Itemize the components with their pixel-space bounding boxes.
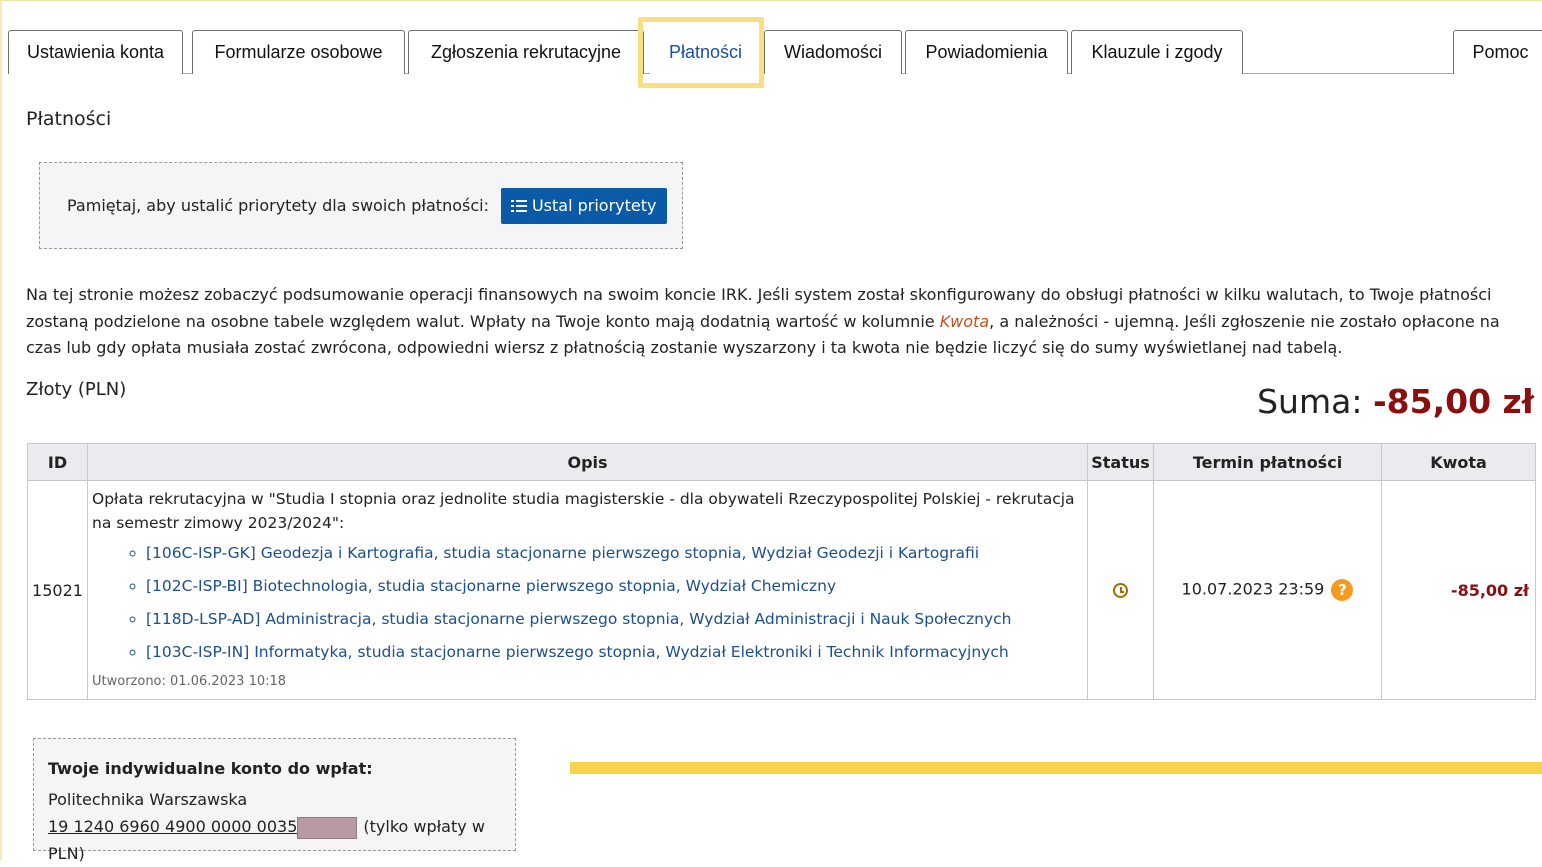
tab-clauses-consents[interactable]: Klauzule i zgody — [1071, 30, 1243, 74]
row-deadline: 10.07.2023 23:59 ? — [1153, 480, 1382, 700]
active-tab-highlight — [638, 17, 764, 88]
frame-left-border — [0, 0, 2, 860]
program-item[interactable]: [102C-ISP-BI] Biotechnologia, studia sta… — [146, 570, 1083, 603]
sum-label: Suma: — [1257, 382, 1363, 421]
set-priorities-button[interactable]: Ustal priorytety — [500, 187, 667, 224]
program-item[interactable]: [118D-LSP-AD] Administracja, studia stac… — [146, 603, 1083, 636]
tab-bar: Ustawienia konta Formularze osobowe Zgło… — [8, 30, 1542, 74]
account-info-box: Twoje indywidualne konto do wpłat: Polit… — [33, 738, 516, 863]
tab-help[interactable]: Pomoc — [1453, 30, 1542, 74]
row-id: 15021 — [27, 480, 88, 700]
program-item[interactable]: [103C-ISP-IN] Informatyka, studia stacjo… — [146, 636, 1083, 669]
frame-top-border — [0, 0, 1542, 6]
clock-icon[interactable] — [1113, 583, 1128, 598]
redacted-block — [297, 816, 358, 839]
header-id: ID — [27, 443, 88, 481]
deadline-value: 10.07.2023 23:59 — [1181, 579, 1325, 599]
page-title: Płatności — [26, 108, 112, 130]
header-status: Status — [1087, 443, 1154, 481]
question-help-icon[interactable]: ? — [1331, 579, 1354, 601]
row-amount: -85,00 zł — [1381, 480, 1536, 700]
payments-table: ID Opis Status Termin płatności Kwota 15… — [27, 443, 1536, 700]
tab-applications[interactable]: Zgłoszenia rekrutacyjne — [408, 30, 644, 74]
account-number-line: 19 1240 6960 4900 0000 0035 (tylko wpłaty… — [48, 813, 501, 867]
sum-total: Suma: -85,00 zł — [1257, 382, 1534, 421]
table-row: 15021 Opłata rekrutacyjna w "Studia I st… — [27, 480, 1536, 700]
info-paragraph: Na tej stronie możesz zobaczyć podsumowa… — [26, 282, 1526, 362]
created-date: Utworzono: 01.06.2023 10:18 — [92, 674, 287, 689]
header-amount: Kwota — [1381, 443, 1536, 481]
fee-description: Opłata rekrutacyjna w "Studia I stopnia … — [92, 490, 1075, 532]
row-status — [1087, 480, 1154, 700]
header-description: Opis — [87, 443, 1088, 481]
account-number[interactable]: 19 1240 6960 4900 0000 0035 — [48, 817, 297, 836]
currency-title: Złoty (PLN) — [26, 379, 127, 400]
account-label: Twoje indywidualne konto do wpłat: — [48, 759, 373, 778]
table-header-row: ID Opis Status Termin płatności Kwota — [27, 443, 1536, 481]
program-list: [106C-ISP-GK] Geodezja i Kartografia, st… — [92, 537, 1083, 669]
account-bank: Politechnika Warszawska — [48, 790, 248, 809]
tab-messages[interactable]: Wiadomości — [764, 30, 902, 74]
tab-notifications[interactable]: Powiadomienia — [905, 30, 1068, 74]
row-description: Opłata rekrutacyjna w "Studia I stopnia … — [87, 480, 1088, 700]
header-deadline: Termin płatności — [1153, 443, 1382, 481]
highlight-bar — [570, 762, 1542, 774]
program-item[interactable]: [106C-ISP-GK] Geodezja i Kartografia, st… — [146, 537, 1083, 570]
priority-text: Pamiętaj, aby ustalić priorytety dla swo… — [67, 196, 489, 215]
tab-account-settings[interactable]: Ustawienia konta — [8, 30, 183, 74]
sum-value: -85,00 zł — [1372, 382, 1534, 421]
info-kwota-emphasis: Kwota — [939, 311, 990, 331]
list-icon — [510, 199, 527, 213]
set-priorities-label: Ustal priorytety — [531, 196, 657, 215]
priority-notice: Pamiętaj, aby ustalić priorytety dla swo… — [39, 162, 683, 249]
tab-personal-forms[interactable]: Formularze osobowe — [192, 30, 405, 74]
